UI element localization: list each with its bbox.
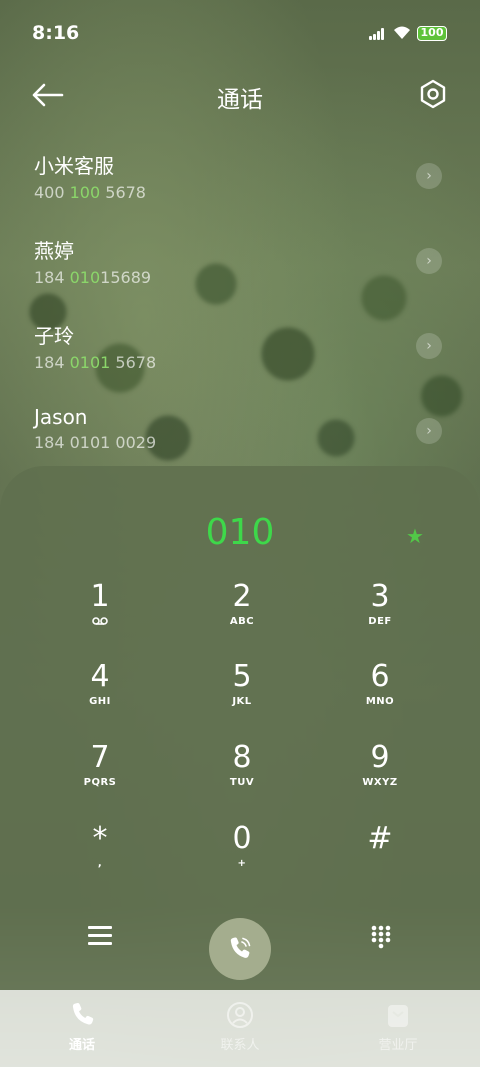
key-2[interactable]: 2 ABC	[192, 578, 292, 648]
star-icon[interactable]: ★	[406, 524, 424, 548]
key-4[interactable]: 4 GHI	[50, 658, 150, 728]
tab-calls[interactable]: 通话	[42, 1000, 122, 1053]
contact-item[interactable]: 燕婷 184 01015689 ›	[0, 225, 480, 310]
menu-button[interactable]	[88, 926, 112, 948]
wifi-icon	[394, 26, 410, 39]
chevron-right-icon[interactable]: ›	[416, 333, 442, 359]
chevron-right-icon[interactable]: ›	[416, 248, 442, 274]
tab-store[interactable]: 营业厅	[358, 1000, 438, 1053]
dialpad-icon[interactable]	[370, 924, 392, 950]
status-bar: 8:16 100	[0, 0, 480, 64]
contact-name: 子玲	[34, 324, 74, 348]
key-5[interactable]: 5 JKL	[192, 658, 292, 728]
bottom-tab-bar: 通话 联系人 营业厅	[0, 990, 480, 1067]
key-1[interactable]: 1	[50, 578, 150, 648]
call-button[interactable]	[209, 918, 271, 980]
status-time: 8:16	[32, 22, 80, 44]
battery-level: 100	[420, 26, 444, 39]
chevron-right-icon[interactable]: ›	[416, 418, 442, 444]
contact-number: 184 0101 0029	[34, 433, 157, 452]
key-8[interactable]: 8 TUV	[192, 739, 292, 809]
key-3[interactable]: 3 DEF	[330, 578, 430, 648]
key-hash[interactable]: #	[330, 820, 430, 890]
header: 通话	[0, 70, 480, 120]
contact-number: 400 100 5678	[34, 183, 146, 202]
settings-button[interactable]	[418, 79, 448, 109]
tab-contacts[interactable]: 联系人	[200, 1000, 280, 1053]
store-icon	[388, 1005, 408, 1027]
key-9[interactable]: 9 WXYZ	[330, 739, 430, 809]
tab-label: 营业厅	[378, 1038, 418, 1053]
chevron-right-icon[interactable]: ›	[416, 163, 442, 189]
tab-label: 通话	[68, 1038, 95, 1053]
key-6[interactable]: 6 MNO	[330, 658, 430, 728]
phone-icon	[72, 1002, 94, 1025]
contact-list: 小米客服 400 100 5678 › 燕婷 184 01015689 › 子玲…	[0, 140, 480, 480]
contact-number: 184 0101 5678	[34, 353, 157, 372]
key-7[interactable]: 7 PQRS	[50, 739, 150, 809]
dialer-controls	[0, 896, 480, 990]
contact-name: Jason	[34, 405, 88, 429]
tab-label: 联系人	[220, 1038, 260, 1053]
call-icon	[230, 937, 251, 958]
key-0[interactable]: 0 +	[192, 820, 292, 890]
page-title: 通话	[217, 87, 263, 113]
signal-icon	[369, 28, 385, 40]
dialer-panel: 010 ★ 1 2 ABC 3 DEF 4 GHI 5 JKL 6 MNO 7 …	[0, 466, 480, 990]
contact-item[interactable]: 子玲 184 0101 5678 ›	[0, 310, 480, 395]
contact-item[interactable]: 小米客服 400 100 5678 ›	[0, 140, 480, 225]
battery-icon: 100	[417, 26, 447, 41]
voicemail-icon	[92, 617, 108, 625]
contact-name: 小米客服	[34, 154, 114, 178]
contact-number: 184 01015689	[34, 268, 152, 287]
key-star[interactable]: * ,	[50, 820, 150, 890]
person-icon	[227, 1002, 253, 1028]
contact-name: 燕婷	[34, 239, 74, 263]
